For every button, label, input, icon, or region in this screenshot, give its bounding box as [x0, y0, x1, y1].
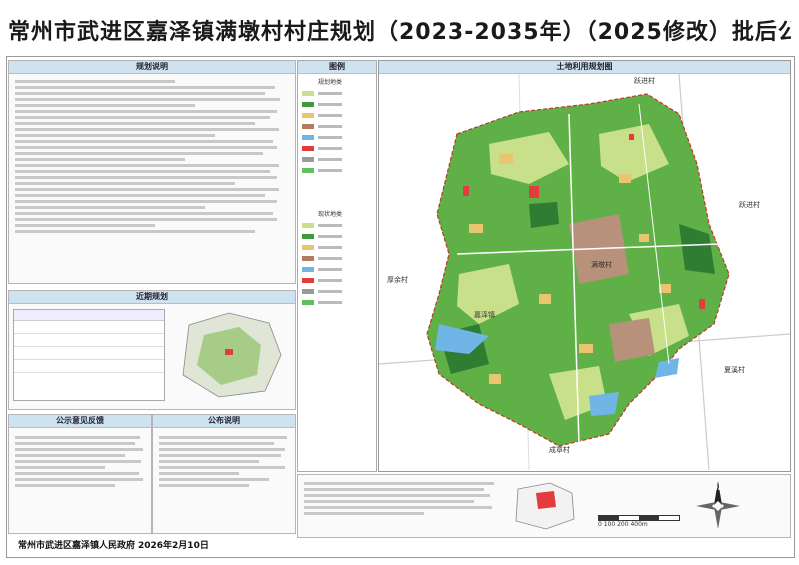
legend-swatch-farmland-current [302, 223, 314, 228]
legend-label-public [318, 279, 342, 282]
legend-label-forest [318, 103, 342, 106]
footer-institution: 常州市武进区嘉泽镇人民政府 [18, 541, 136, 551]
legend-label-forest [318, 235, 342, 238]
legend-label-rural_residential [318, 246, 342, 249]
legend-label-industrial [318, 257, 342, 260]
legend-swatch-water-planned [302, 135, 314, 140]
legend-label-rural_residential [318, 114, 342, 117]
scale-label: 0 100 200 400m [598, 521, 648, 528]
legend-label-road [318, 290, 342, 293]
legend-label-industrial [318, 125, 342, 128]
near-term-heading: 近期规划 [136, 292, 168, 301]
near-term-table [13, 309, 165, 401]
opinions-heading: 公示意见反馈 [56, 416, 104, 425]
near-term-panel: 近期规划 [8, 290, 296, 410]
map-label-bottom2: 成章村 [549, 446, 570, 454]
plan-notes-panel: 规划说明 [8, 60, 296, 284]
legend-swatch-water-current [302, 267, 314, 272]
location-notes-panel: N 0 100 200 400m [297, 474, 791, 538]
opinions-text [9, 433, 151, 490]
land-use-map [379, 74, 790, 470]
legend-swatch-rural_residential-planned [302, 113, 314, 118]
legend-swatch-road-planned [302, 157, 314, 162]
map-label-road: 嘉泽镇 [474, 311, 495, 319]
legend-swatch-green-current [302, 300, 314, 305]
legend-label-public [318, 147, 342, 150]
legend-label-farmland [318, 92, 342, 95]
legend-swatch-rural_residential-current [302, 245, 314, 250]
legend-panel: 图例 规划地类 现状地类 [297, 60, 377, 472]
legend-label-road [318, 158, 342, 161]
legend-swatch-public-planned [302, 146, 314, 151]
announcement-text [153, 433, 295, 490]
legend-label-farmland [318, 224, 342, 227]
announcement-heading: 公布说明 [208, 416, 240, 425]
footer-date: 2026年2月10日 [138, 541, 209, 551]
legend-swatch-road-current [302, 289, 314, 294]
legend-heading: 图例 [329, 62, 345, 71]
plan-notes-text [9, 77, 295, 236]
map-label-top: 跃进村 [634, 77, 655, 85]
legend-label-water [318, 136, 342, 139]
map-heading: 土地利用规划图 [556, 62, 613, 71]
legend-title-current: 现状地类 [318, 211, 343, 218]
page-title: 常州市武进区嘉泽镇满墩村村庄规划（2023-2035年）（2025修改）批后公布 [8, 20, 791, 45]
legend-swatch-forest-current [302, 234, 314, 239]
near-term-map [182, 312, 282, 398]
legend-swatch-green-planned [302, 168, 314, 173]
compass-rose-icon: N [696, 481, 740, 529]
legend-swatch-forest-planned [302, 102, 314, 107]
announcement-panel: 公布说明 [152, 414, 296, 534]
legend-label-green [318, 169, 342, 172]
legend-label-green [318, 301, 342, 304]
location-minimap [515, 482, 575, 530]
land-use-map-panel: 土地利用规划图 厚余村 跃进村 夏溪村 成章村 满墩村 嘉泽镇 跃进村 [378, 60, 791, 472]
location-notes-text [298, 479, 498, 518]
legend-swatch-industrial-planned [302, 124, 314, 129]
map-label-right: 跃进村 [739, 201, 760, 209]
legend-swatch-farmland-planned [302, 91, 314, 96]
legend-title-planned: 规划地类 [318, 79, 343, 86]
opinions-panel: 公示意见反馈 [8, 414, 152, 534]
legend-swatch-industrial-current [302, 256, 314, 261]
plan-notes-heading: 规划说明 [136, 62, 168, 71]
legend-label-water [318, 268, 342, 271]
compass-n-label: N [716, 485, 721, 492]
legend-swatch-public-current [302, 278, 314, 283]
map-label-left: 厚余村 [387, 276, 408, 284]
map-label-center: 满墩村 [591, 261, 612, 269]
map-label-bottom: 夏溪村 [724, 366, 745, 374]
